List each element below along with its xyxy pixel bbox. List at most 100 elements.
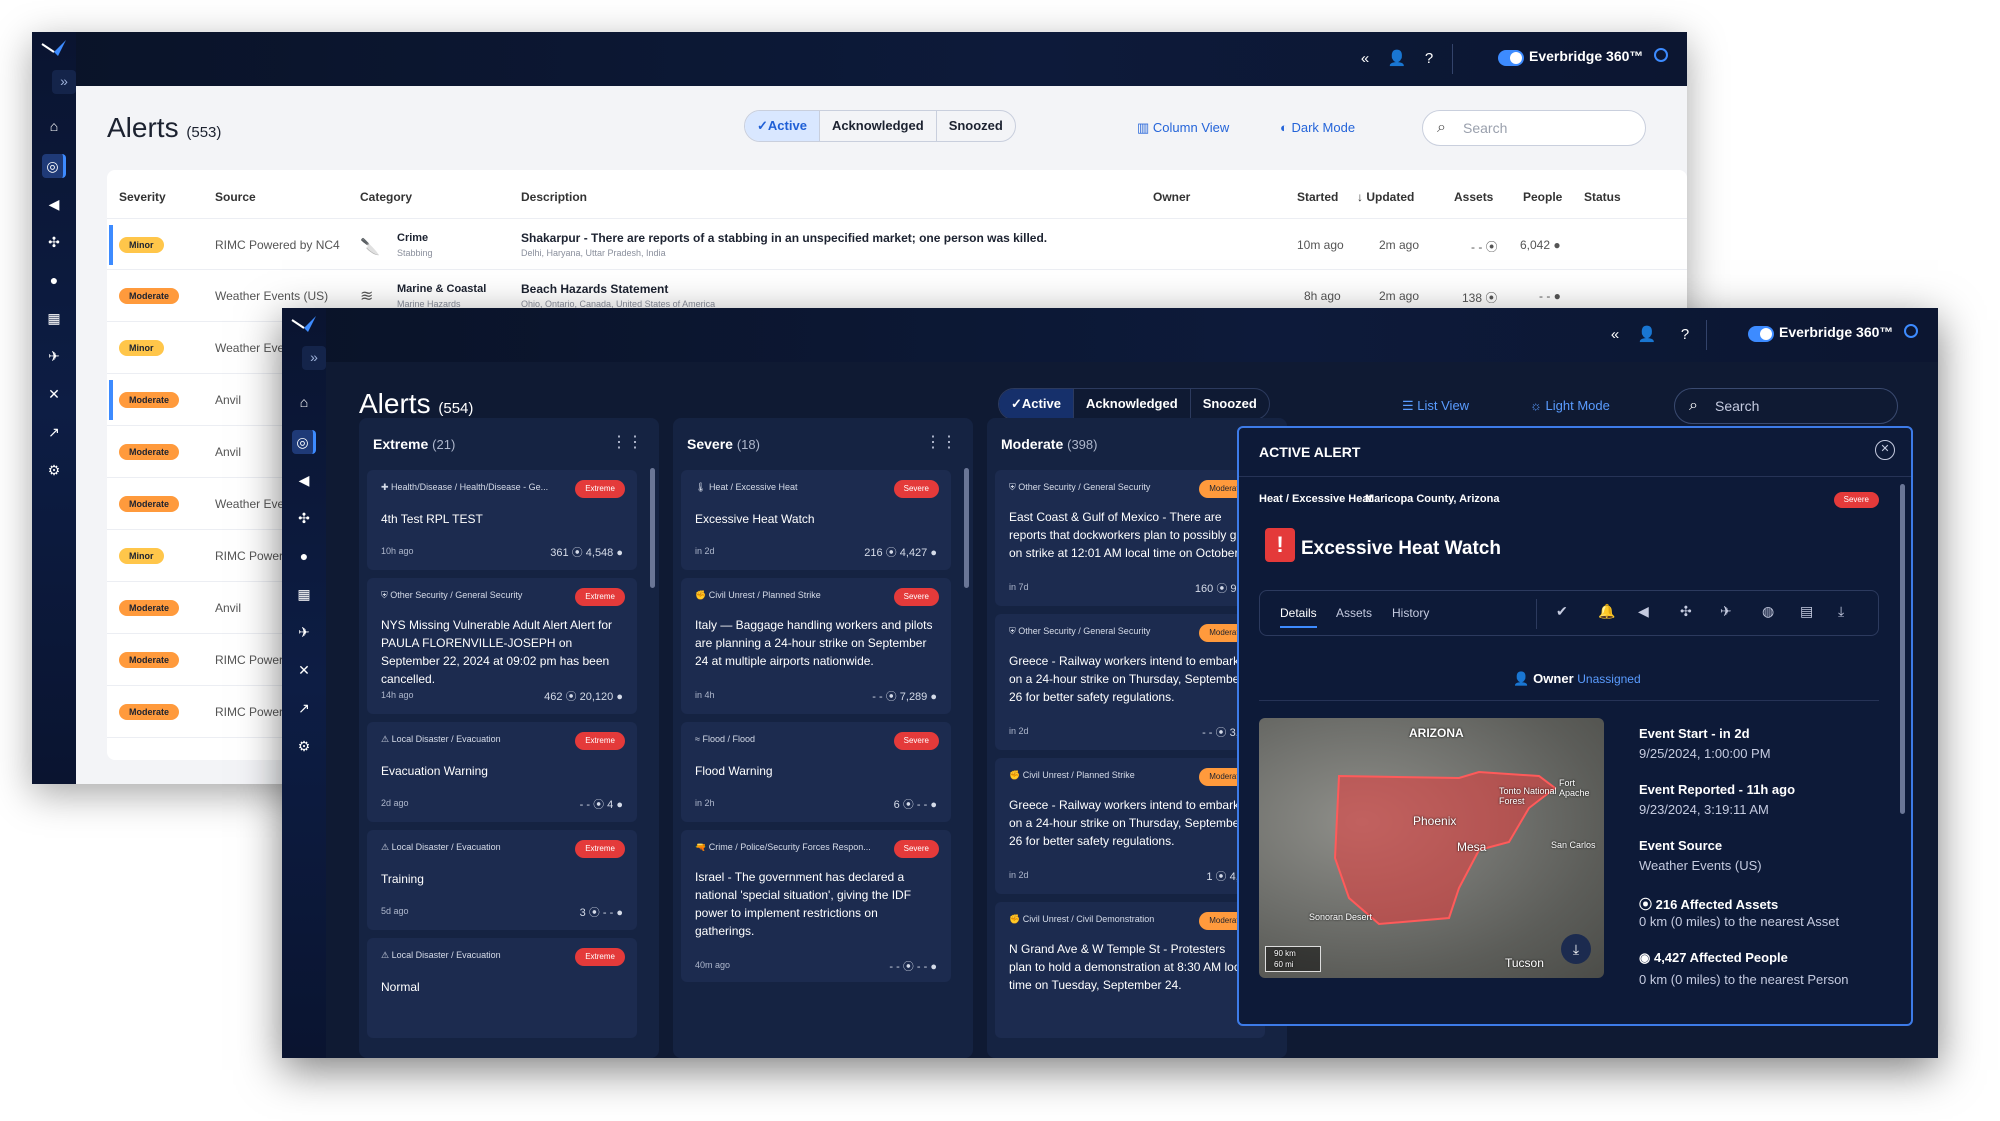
product-toggle[interactable] <box>1748 326 1774 342</box>
light-mode-link[interactable]: ☼ Light Mode <box>1530 398 1610 413</box>
scrollbar[interactable] <box>650 468 655 588</box>
megaphone-icon[interactable]: ◀ <box>42 192 66 216</box>
home-icon[interactable]: ⌂ <box>292 390 316 414</box>
travel-icon[interactable]: ✕ <box>292 658 316 682</box>
col-severity[interactable]: Severity <box>119 190 166 204</box>
panel-category: Heat / Excessive Heat <box>1259 493 1373 505</box>
help-icon[interactable]: ? <box>1416 46 1442 72</box>
col-source[interactable]: Source <box>215 190 256 204</box>
panel-header: ACTIVE ALERT <box>1259 444 1361 460</box>
alert-card[interactable]: ⚠ Local Disaster / Evacuation Extreme No… <box>367 938 637 1038</box>
col-started[interactable]: Started <box>1297 190 1338 204</box>
col-status[interactable]: Status <box>1584 190 1621 204</box>
expand-rail-icon[interactable]: » <box>52 70 76 94</box>
travel-icon[interactable]: ✕ <box>42 382 66 406</box>
search-input[interactable]: ⌕ Search <box>1422 110 1646 146</box>
alert-card[interactable]: ✊ Civil Unrest / Planned Strike Moderate… <box>995 758 1265 894</box>
active-alert-panel: ACTIVE ALERT ✕ Heat / Excessive Heat Mar… <box>1237 426 1913 1026</box>
network-icon[interactable]: ✣ <box>1680 603 1692 620</box>
close-icon[interactable]: ✕ <box>1875 440 1895 460</box>
network-icon[interactable]: ✣ <box>42 230 66 254</box>
alert-card[interactable]: ⚠ Local Disaster / Evacuation Extreme Tr… <box>367 830 637 930</box>
dark-mode-link[interactable]: ◐ Dark Mode <box>1280 120 1355 135</box>
alert-card[interactable]: ≈ Flood / Flood Severe Flood Warning in … <box>681 722 951 822</box>
alert-card[interactable]: ✊ Civil Unrest / Civil Demonstration Mod… <box>995 902 1265 1038</box>
alert-map[interactable]: ARIZONA Phoenix Mesa Tonto National Fore… <box>1259 718 1604 978</box>
expand-rail-icon[interactable]: » <box>302 346 326 370</box>
location-icon[interactable]: ● <box>292 544 316 568</box>
map-label: Tonto National Forest <box>1499 786 1557 806</box>
download-icon[interactable]: ⤓ <box>1838 603 1844 620</box>
home-icon[interactable]: ⌂ <box>42 114 66 138</box>
owner-value[interactable]: Unassigned <box>1577 672 1640 686</box>
col-category[interactable]: Category <box>360 190 412 204</box>
alert-card[interactable]: 🔫 Crime / Police/Security Forces Respon.… <box>681 830 951 982</box>
alert-card[interactable]: ⛨ Other Security / General Security Extr… <box>367 578 637 714</box>
collapse-icon[interactable]: « <box>1602 322 1628 348</box>
user-icon[interactable]: 👤 <box>1634 322 1660 348</box>
tab-snoozed[interactable]: Snoozed <box>1191 389 1269 419</box>
tab-acknowledged[interactable]: Acknowledged <box>820 111 937 141</box>
drag-handle-icon[interactable]: ⋮⋮ <box>611 432 643 452</box>
alert-card[interactable]: ⚠ Local Disaster / Evacuation Extreme Ev… <box>367 722 637 822</box>
megaphone-icon[interactable]: ◀ <box>292 468 316 492</box>
tab-assets[interactable]: Assets <box>1336 606 1372 620</box>
alert-card[interactable]: ⛨ Other Security / General Security Mode… <box>995 614 1265 750</box>
brand-settings-icon[interactable] <box>1904 324 1918 338</box>
download-icon[interactable]: ⤓ <box>1561 934 1591 964</box>
user-icon[interactable]: 👤 <box>1384 46 1410 72</box>
tab-history[interactable]: History <box>1392 606 1429 620</box>
scrollbar[interactable] <box>1900 484 1905 814</box>
affected-people-detail: 0 km (0 miles) to the nearest Person <box>1639 972 1849 987</box>
col-description[interactable]: Description <box>521 190 587 204</box>
drag-handle-icon[interactable]: ⋮⋮ <box>925 432 957 452</box>
tab-active[interactable]: ✓Active <box>745 111 820 141</box>
collapse-icon[interactable]: « <box>1352 46 1378 72</box>
list-view-link[interactable]: ☰ List View <box>1402 398 1469 414</box>
scrollbar[interactable] <box>964 468 969 588</box>
column-view-link[interactable]: ▥ Column View <box>1137 120 1229 136</box>
product-toggle[interactable] <box>1498 50 1524 66</box>
map-label: Phoenix <box>1413 814 1457 828</box>
chart-icon[interactable]: ↗ <box>292 696 316 720</box>
tab-active[interactable]: ✓Active <box>999 389 1074 419</box>
calendar-icon[interactable]: ▦ <box>292 582 316 606</box>
chart-icon[interactable]: ↗ <box>42 420 66 444</box>
panel-title: Excessive Heat Watch <box>1301 538 1501 559</box>
table-row[interactable]: Minor RIMC Powered by NC4 🔪 Crime Stabbi… <box>107 218 1687 270</box>
airplane-icon[interactable]: ✈ <box>292 620 316 644</box>
tab-acknowledged[interactable]: Acknowledged <box>1074 389 1191 419</box>
settings-icon[interactable]: ⚙ <box>292 734 316 758</box>
col-people[interactable]: People <box>1523 190 1562 204</box>
airplane-icon[interactable]: ✈ <box>42 344 66 368</box>
knife-icon: 🔪 <box>360 239 380 256</box>
travel-icon[interactable]: ✈ <box>1720 603 1732 620</box>
globe-icon[interactable]: ◍ <box>1762 603 1774 620</box>
col-assets[interactable]: Assets <box>1454 190 1493 204</box>
alert-card[interactable]: 🌡 Heat / Excessive Heat Severe Excessive… <box>681 470 951 570</box>
alerts-icon[interactable]: ◎ <box>42 154 66 178</box>
side-rail: » ⌂ ◎ ◀ ✣ ● ▦ ✈ ✕ ↗ ⚙ <box>32 32 76 784</box>
notify-icon[interactable]: ◀ <box>1638 603 1649 620</box>
settings-icon[interactable]: ⚙ <box>42 458 66 482</box>
map-label: Mesa <box>1457 840 1487 854</box>
acknowledge-icon[interactable]: ✔ <box>1556 603 1568 620</box>
location-icon[interactable]: ● <box>42 268 66 292</box>
alert-card[interactable]: ✚ Health/Disease / Health/Disease - Ge..… <box>367 470 637 570</box>
card-text: Italy — Baggage handling workers and pil… <box>695 618 933 668</box>
search-input[interactable]: ⌕ Search <box>1674 388 1898 424</box>
calendar-icon[interactable]: ▦ <box>42 306 66 330</box>
tab-snoozed[interactable]: Snoozed <box>937 111 1015 141</box>
map-label: San Carlos <box>1551 840 1596 850</box>
alert-card[interactable]: ⛨ Other Security / General Security Mode… <box>995 470 1265 606</box>
col-owner[interactable]: Owner <box>1153 190 1190 204</box>
col-updated[interactable]: ↓ Updated <box>1357 190 1414 204</box>
alert-card[interactable]: ✊ Civil Unrest / Planned Strike Severe I… <box>681 578 951 714</box>
help-icon[interactable]: ? <box>1672 322 1698 348</box>
network-icon[interactable]: ✣ <box>292 506 316 530</box>
brand-settings-icon[interactable] <box>1654 48 1668 62</box>
tab-details[interactable]: Details <box>1280 606 1317 628</box>
comment-icon[interactable]: ▤ <box>1800 603 1813 620</box>
alerts-icon[interactable]: ◎ <box>292 430 316 454</box>
snooze-icon[interactable]: 🔔 <box>1598 603 1615 620</box>
